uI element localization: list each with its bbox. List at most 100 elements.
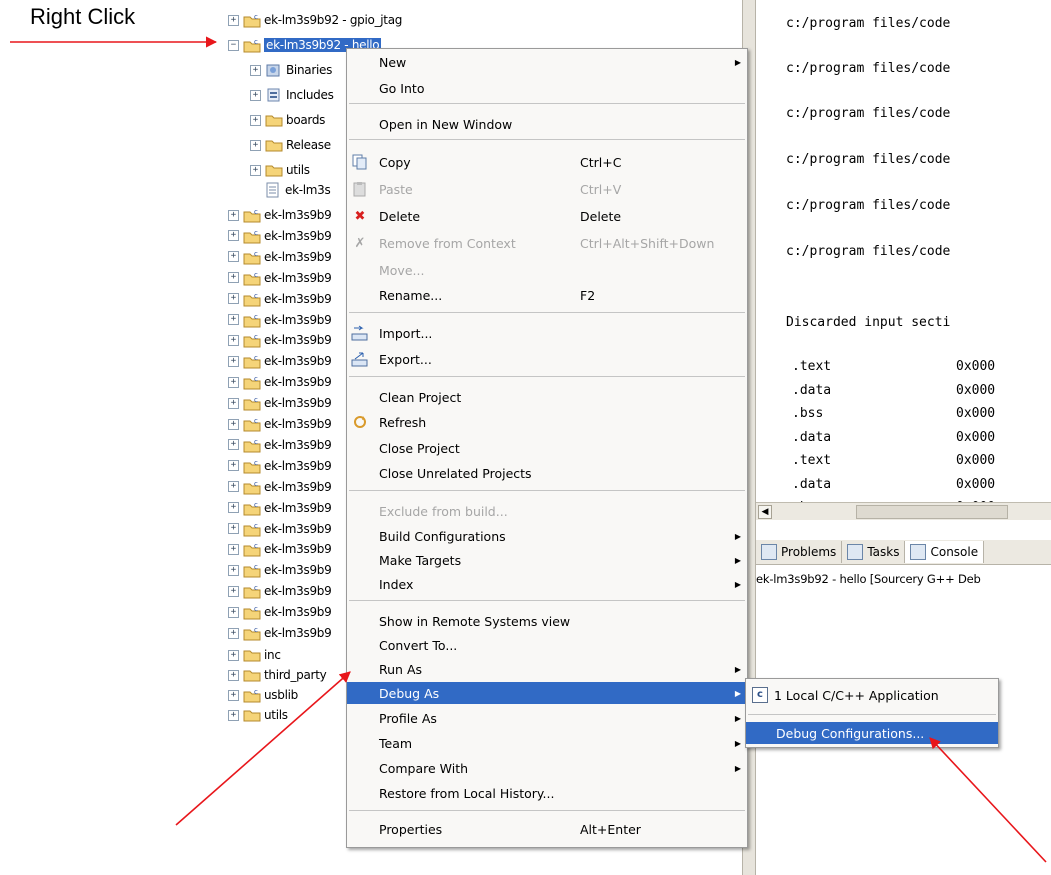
refresh-icon (351, 414, 369, 430)
tree-item-label: ek-lm3s9b9 (264, 354, 332, 369)
menu-separator (349, 312, 745, 313)
editor-line: Discarded input secti (786, 315, 951, 330)
menu-item-show-remote-systems[interactable]: Show in Remote Systems view (347, 610, 747, 632)
menu-item-rename[interactable]: Rename... F2 (347, 284, 747, 306)
menu-item-open-new-window[interactable]: Open in New Window (347, 113, 747, 135)
expand-icon[interactable]: + (228, 709, 239, 721)
submenu-item-debug-configurations[interactable]: Debug Configurations... (746, 722, 998, 744)
menu-item-make-targets[interactable]: Make Targets ▶ (347, 549, 747, 571)
menu-item-remove-from-context[interactable]: ✗ Remove from Context Ctrl+Alt+Shift+Down (347, 232, 747, 254)
c-project-icon: c (243, 687, 261, 703)
menu-item-refresh[interactable]: Refresh (347, 411, 747, 433)
expand-icon[interactable]: + (250, 139, 261, 151)
expand-icon[interactable]: + (228, 355, 239, 367)
tab-tasks[interactable]: Tasks (842, 541, 906, 563)
menu-item-go-into[interactable]: Go Into (347, 77, 747, 99)
menu-item-build-configurations[interactable]: Build Configurations ▶ (347, 525, 747, 547)
expand-icon[interactable]: + (228, 439, 239, 451)
c-project-icon: c (243, 583, 261, 599)
scrollbar-thumb[interactable] (856, 505, 1008, 519)
c-project-icon: c (243, 416, 261, 432)
menu-item-new[interactable]: New ▶ (347, 51, 747, 73)
editor-line: c:/program files/code (786, 244, 951, 259)
expand-icon[interactable]: + (228, 251, 239, 263)
menu-item-restore-local-history[interactable]: Restore from Local History... (347, 782, 747, 804)
expand-icon[interactable]: + (228, 669, 239, 681)
expand-icon[interactable]: + (228, 649, 239, 661)
expand-icon[interactable]: + (250, 64, 261, 76)
expand-icon[interactable]: + (228, 14, 239, 26)
map-file-editor[interactable]: c:/program files/code c:/program files/c… (756, 0, 1051, 502)
c-project-icon: c (243, 312, 261, 328)
expand-icon[interactable]: + (228, 543, 239, 555)
expand-icon[interactable]: + (228, 481, 239, 493)
expand-icon[interactable]: + (228, 502, 239, 514)
expand-icon[interactable]: + (228, 376, 239, 388)
menu-item-profile-as[interactable]: Profile As ▶ (347, 707, 747, 729)
scroll-left-icon[interactable]: ◀ (758, 505, 772, 519)
expand-icon[interactable]: + (250, 114, 261, 126)
menu-item-index[interactable]: Index ▶ (347, 573, 747, 595)
expand-icon[interactable]: + (228, 230, 239, 242)
menu-separator (349, 376, 745, 377)
menu-item-compare-with[interactable]: Compare With ▶ (347, 757, 747, 779)
import-icon (351, 325, 369, 341)
export-icon (351, 351, 369, 367)
svg-text:c: c (254, 626, 258, 634)
svg-text:c: c (254, 438, 258, 446)
tree-item-label: ek-lm3s9b9 (264, 396, 332, 411)
svg-text:c: c (254, 271, 258, 279)
editor-line: c:/program files/code (786, 106, 951, 121)
expand-icon[interactable]: + (228, 314, 239, 325)
expand-icon[interactable]: + (250, 89, 261, 101)
section-name: .text (792, 359, 832, 374)
menu-item-clean-project[interactable]: Clean Project (347, 386, 747, 408)
expand-icon[interactable]: + (228, 585, 239, 597)
section-address: 0x000 (956, 429, 996, 445)
delete-icon: ✖ (354, 208, 366, 224)
expand-icon[interactable]: + (228, 689, 239, 701)
collapse-icon[interactable]: − (228, 39, 239, 51)
tree-item-gpio-jtag[interactable]: + c ek-lm3s9b92 - gpio_jtag (228, 10, 748, 30)
expand-icon[interactable]: + (228, 272, 239, 284)
menu-item-move[interactable]: Move... (347, 259, 747, 281)
menu-item-convert-to[interactable]: Convert To... (347, 634, 747, 656)
expand-icon[interactable]: + (228, 209, 239, 221)
submenu-arrow-icon: ▶ (734, 555, 741, 565)
menu-item-team[interactable]: Team ▶ (347, 732, 747, 754)
menu-item-paste[interactable]: Paste Ctrl+V (347, 178, 747, 200)
menu-item-exclude-from-build[interactable]: Exclude from build... (347, 500, 747, 522)
expand-icon[interactable]: + (228, 293, 239, 305)
menu-separator (349, 103, 745, 104)
expand-icon[interactable]: + (228, 460, 239, 472)
expand-icon[interactable]: + (228, 627, 239, 639)
menu-item-debug-as[interactable]: Debug As ▶ (347, 682, 747, 704)
expand-icon[interactable]: + (228, 564, 239, 576)
menu-item-run-as[interactable]: Run As ▶ (347, 658, 747, 680)
menu-item-import[interactable]: Import... (347, 322, 747, 344)
menu-item-properties[interactable]: Properties Alt+Enter (347, 818, 747, 840)
expand-icon[interactable]: + (228, 606, 239, 618)
svg-text:c: c (254, 313, 258, 321)
tab-problems[interactable]: Problems (756, 541, 843, 563)
expand-icon[interactable]: + (228, 523, 239, 534)
menu-item-close-unrelated[interactable]: Close Unrelated Projects (347, 462, 747, 484)
menu-item-delete[interactable]: ✖ Delete Delete (347, 205, 747, 227)
svg-text:c: c (254, 13, 258, 21)
expand-icon[interactable]: + (250, 164, 261, 176)
svg-text:c: c (254, 459, 258, 467)
expand-icon[interactable]: + (228, 397, 239, 409)
tree-item-label: ek-lm3s9b9 (264, 563, 332, 578)
menu-separator (349, 139, 745, 140)
console-icon (910, 544, 927, 560)
horizontal-scrollbar[interactable]: ◀ (756, 502, 1051, 520)
svg-text:c: c (254, 542, 258, 550)
expand-icon[interactable]: + (228, 418, 239, 430)
expand-icon[interactable]: + (228, 334, 239, 346)
folder-icon (265, 162, 283, 178)
submenu-item-local-app[interactable]: c 1 Local C/C++ Application (746, 684, 998, 706)
tab-console[interactable]: Console (905, 541, 985, 563)
menu-item-copy[interactable]: Copy Ctrl+C (347, 151, 747, 173)
menu-item-export[interactable]: Export... (347, 348, 747, 370)
menu-item-close-project[interactable]: Close Project (347, 437, 747, 459)
